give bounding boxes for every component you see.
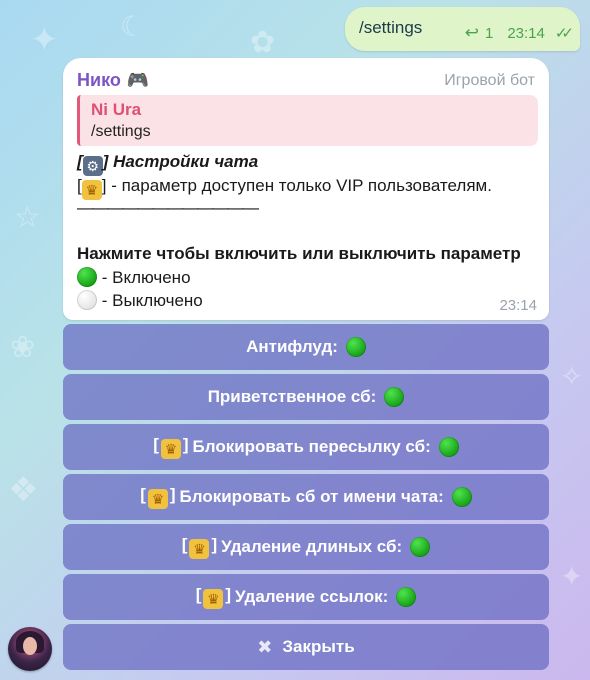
close-icon: ✖ (257, 636, 273, 657)
instruction-text: Нажмите чтобы включить или выключить пар… (77, 244, 521, 263)
message-time: 23:14 (499, 297, 537, 314)
crown-icon: ♛ (189, 539, 210, 559)
toggle-welcome-message-button[interactable]: Приветственное сб: (63, 374, 549, 420)
green-circle-icon (345, 337, 366, 357)
message-meta: ↩ 1 23:14 ✓✓ (465, 23, 574, 43)
toggle-antiflood-button[interactable]: Антифлуд: (63, 324, 549, 370)
toggle-delete-long-messages-button[interactable]: [♛] Удаление длиных сб: (63, 524, 549, 570)
divider: ———————————— (77, 198, 259, 217)
avatar[interactable] (8, 627, 52, 671)
reply-quote[interactable]: Ni Ura /settings (77, 95, 538, 146)
settings-title-line: [⚙] Настройки чата (77, 152, 259, 176)
vip-note-line: [♛] - параметр доступен только VIP польз… (77, 176, 492, 200)
bot-label: Игровой бот (444, 72, 535, 89)
legend-off: - Выключено (77, 290, 203, 311)
read-checkmarks-icon: ✓✓ (554, 25, 574, 42)
green-circle-icon (396, 587, 417, 607)
green-circle-icon (384, 387, 405, 407)
white-circle-icon (77, 290, 97, 310)
legend-on: - Включено (77, 267, 191, 288)
crown-icon: ♛ (81, 180, 102, 200)
sender-name[interactable]: Нико 🎮 (77, 70, 149, 91)
settings-title: Настройки чата (113, 152, 259, 171)
crown-icon: ♛ (203, 589, 224, 609)
green-circle-icon (410, 537, 431, 557)
crown-icon: ♛ (147, 489, 168, 509)
green-circle-icon (77, 267, 97, 287)
gear-icon: ⚙ (82, 156, 103, 176)
incoming-message[interactable]: Нико 🎮 Игровой бот Ni Ura /settings [⚙] … (63, 58, 549, 320)
message-text: /settings (359, 18, 423, 37)
reply-arrow-icon[interactable]: ↩ (465, 23, 479, 43)
crown-icon: ♛ (160, 439, 181, 459)
toggle-block-forward-button[interactable]: [♛] Блокировать пересылку сб: (63, 424, 549, 470)
vip-note: - параметр доступен только VIP пользоват… (106, 176, 492, 195)
message-time: 23:14 (507, 24, 545, 42)
toggle-block-chat-sender-button[interactable]: [♛] Блокировать сб от имени чата: (63, 474, 549, 520)
gamepad-icon: 🎮 (126, 70, 150, 90)
reply-count[interactable]: 1 (485, 25, 493, 42)
green-circle-icon (451, 487, 472, 507)
reply-text: /settings (91, 123, 151, 140)
outgoing-message[interactable]: /settings ↩ 1 23:14 ✓✓ (345, 7, 580, 51)
toggle-delete-links-button[interactable]: [♛] Удаление ссылок: (63, 574, 549, 620)
reply-author: Ni Ura (91, 100, 142, 119)
close-button[interactable]: ✖ Закрыть (63, 624, 549, 670)
green-circle-icon (438, 437, 459, 457)
